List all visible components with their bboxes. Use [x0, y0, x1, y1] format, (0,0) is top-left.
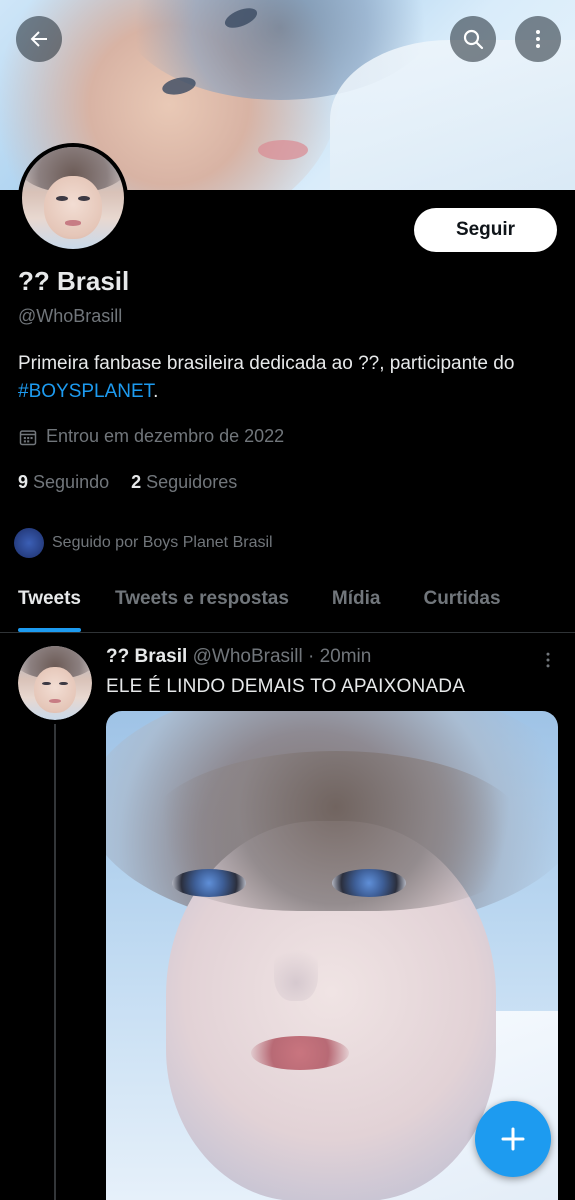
compose-tweet-button[interactable] — [475, 1101, 551, 1177]
followers-label: Seguidores — [146, 472, 238, 492]
tab-likes[interactable]: Curtidas — [423, 576, 500, 632]
tweet-header: ?? Brasil @WhoBrasill · 20min — [106, 646, 371, 668]
tweet-separator: · — [307, 646, 315, 667]
tab-media[interactable]: Mídia — [332, 576, 381, 632]
arrow-left-icon — [30, 31, 47, 47]
tweet-text: ELE É LINDO DEMAIS TO APAIXONADA — [106, 676, 466, 697]
following-count: 9 — [18, 472, 29, 492]
thread-line — [54, 724, 56, 1200]
following-link[interactable]: 9 Seguindo — [18, 472, 109, 493]
more-vertical-icon — [546, 652, 550, 668]
tweet-author-name[interactable]: ?? Brasil — [106, 646, 187, 667]
more-options-button[interactable] — [515, 16, 561, 62]
tweet-author-handle[interactable]: @WhoBrasill — [193, 646, 303, 667]
joined-text: Entrou em dezembro de 2022 — [46, 426, 285, 446]
plus-icon — [501, 1127, 525, 1151]
more-vertical-icon — [536, 30, 540, 48]
calendar-icon — [19, 429, 37, 445]
followed-by-text: Seguido por Boys Planet Brasil — [52, 534, 273, 551]
tweet-avatar[interactable] — [18, 646, 92, 720]
bio-hashtag-link[interactable]: #BOYSPLANET — [18, 381, 153, 402]
tab-tweets-replies[interactable]: Tweets e respostas — [115, 576, 289, 632]
following-label: Seguindo — [33, 472, 110, 492]
profile-handle: @WhoBrasill — [18, 306, 123, 326]
follower-avatar — [14, 528, 44, 558]
joined-date: Entrou em dezembro de 2022 — [18, 426, 284, 447]
tab-tweets[interactable]: Tweets — [18, 576, 82, 632]
profile-name: ?? Brasil — [18, 266, 130, 296]
bio-end: . — [153, 381, 159, 402]
followers-count: 2 — [131, 472, 142, 492]
followers-link[interactable]: 2 Seguidores — [131, 472, 237, 493]
profile-bio: Primeira fanbase brasileira dedicada ao … — [18, 350, 558, 406]
bio-text: Primeira fanbase brasileira dedicada ao … — [18, 353, 515, 374]
search-button[interactable] — [450, 16, 496, 62]
tweet-more-button[interactable] — [538, 650, 558, 675]
profile-tabs: Tweets Tweets e respostas Mídia Curtidas — [0, 576, 575, 633]
tweet-time[interactable]: 20min — [320, 646, 372, 667]
search-icon — [463, 29, 484, 50]
followed-by[interactable]: Seguido por Boys Planet Brasil — [14, 528, 273, 558]
follow-stats: 9 Seguindo 2 Seguidores — [18, 472, 237, 493]
follow-button[interactable]: Seguir — [414, 208, 557, 252]
back-button[interactable] — [16, 16, 62, 62]
profile-avatar[interactable] — [18, 143, 128, 253]
